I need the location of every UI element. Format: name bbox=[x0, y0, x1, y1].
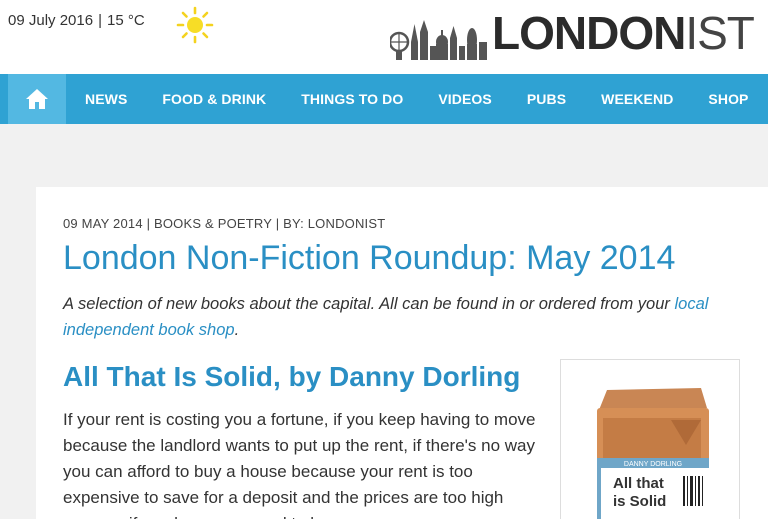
date-separator: | bbox=[98, 12, 102, 29]
book-title-line2: is Solid bbox=[613, 493, 666, 510]
article-meta: 09 MAY 2014 | BOOKS & POETRY | BY: LONDO… bbox=[63, 216, 386, 231]
home-icon bbox=[26, 89, 48, 109]
logo-text-end: IST bbox=[685, 7, 755, 59]
londonist-logo[interactable]: LONDONIST bbox=[390, 2, 755, 62]
nav-item-shop[interactable]: SHOP bbox=[708, 91, 748, 107]
content-spacer bbox=[0, 124, 768, 176]
current-date: 09 July 2016 bbox=[8, 12, 94, 29]
logo-wordmark: LONDONIST bbox=[492, 7, 755, 59]
main-nav: NEWS FOOD & DRINK THINGS TO DO VIDEOS PU… bbox=[0, 74, 768, 124]
nav-item-food-drink[interactable]: FOOD & DRINK bbox=[162, 91, 266, 107]
section-title: All That Is Solid, by Danny Dorling bbox=[63, 361, 521, 392]
book-cover-art: DANNY DORLING All that is Solid bbox=[597, 388, 709, 519]
nav-items: NEWS FOOD & DRINK THINGS TO DO VIDEOS PU… bbox=[85, 74, 768, 124]
nav-home-button[interactable] bbox=[8, 74, 66, 124]
skyline-logo-icon bbox=[390, 20, 487, 60]
nav-item-weekend[interactable]: WEEKEND bbox=[601, 91, 673, 107]
article-title: London Non-Fiction Roundup: May 2014 bbox=[63, 239, 676, 277]
top-bar: 09 July 2016 | 15 °C LONDONIST bbox=[0, 0, 768, 74]
book-author: DANNY DORLING bbox=[624, 461, 682, 468]
date-weather: 09 July 2016 | 15 °C bbox=[8, 12, 145, 29]
article-standfirst: A selection of new books about the capit… bbox=[63, 291, 733, 343]
standfirst-end: . bbox=[234, 321, 240, 339]
article-card: 09 MAY 2014 | BOOKS & POETRY | BY: LONDO… bbox=[36, 187, 768, 519]
temperature: 15 °C bbox=[106, 12, 145, 29]
logo-text-main: LONDON bbox=[492, 7, 686, 59]
nav-item-videos[interactable]: VIDEOS bbox=[438, 91, 492, 107]
article-body: If your rent is costing you a fortune, i… bbox=[63, 410, 536, 519]
nav-item-news[interactable]: NEWS bbox=[85, 91, 127, 107]
standfirst-text: A selection of new books about the capit… bbox=[63, 295, 670, 313]
book-cover-image[interactable]: DANNY DORLING All that is Solid bbox=[560, 359, 740, 519]
nav-item-pubs[interactable]: PUBS bbox=[527, 91, 566, 107]
nav-item-things-to-do[interactable]: THINGS TO DO bbox=[301, 91, 403, 107]
sun-icon bbox=[176, 6, 214, 44]
book-title-line1: All that bbox=[613, 475, 664, 492]
